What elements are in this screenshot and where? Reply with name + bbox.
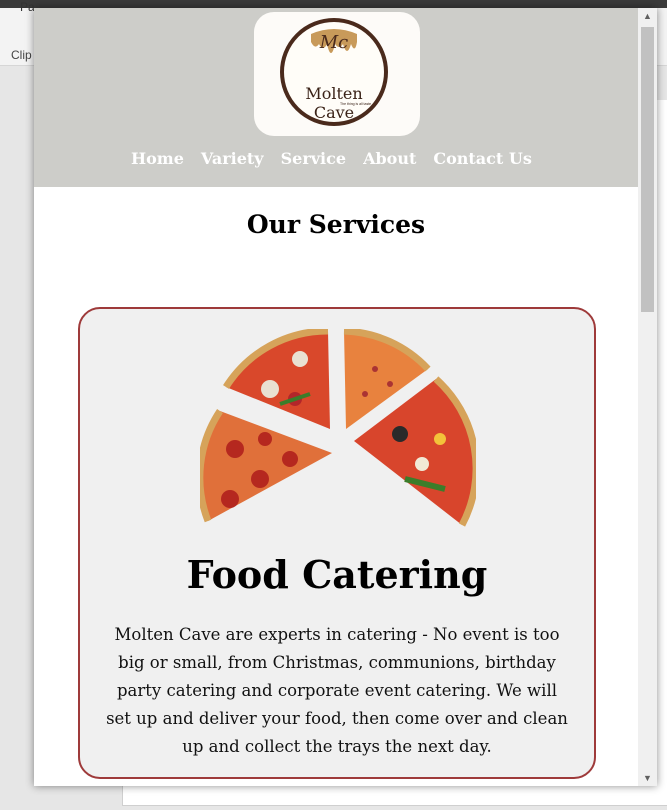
- logo-tagline: The thing is all taste: [340, 102, 372, 106]
- service-title: Food Catering: [186, 552, 488, 597]
- background-clipboard-label: Clip: [11, 48, 32, 62]
- scroll-down-arrow-icon[interactable]: ▼: [638, 770, 657, 786]
- pizza-slice-top-left: [223, 329, 330, 429]
- scroll-thumb[interactable]: [641, 27, 654, 312]
- scroll-up-arrow-icon[interactable]: ▲: [638, 8, 657, 24]
- svg-text:Mc: Mc: [319, 32, 349, 53]
- service-card: Food Catering Molten Cave are experts in…: [78, 307, 596, 779]
- page-title: Our Services: [246, 210, 426, 239]
- background-window-titlebar: [0, 0, 667, 8]
- nav-variety[interactable]: Variety: [201, 149, 264, 168]
- nav-service[interactable]: Service: [281, 149, 346, 168]
- chocolate-drip-icon: Mc: [311, 29, 357, 53]
- popup-window: Mc Molten Cave The thing is all taste Ho…: [34, 8, 657, 786]
- main-nav: Home Variety Service About Contact Us: [131, 149, 532, 168]
- background-paste-label: Pa: [20, 0, 35, 14]
- pizza-slice-bottom-left: [200, 409, 332, 523]
- pizza-slices-image: [200, 329, 476, 527]
- nav-contact-us[interactable]: Contact Us: [433, 149, 531, 168]
- nav-about[interactable]: About: [363, 149, 416, 168]
- logo[interactable]: Mc Molten Cave The thing is all taste: [254, 12, 420, 136]
- site-header: Mc Molten Cave The thing is all taste Ho…: [34, 8, 638, 187]
- service-description: Molten Cave are experts in catering - No…: [106, 625, 568, 756]
- logo-emblem: Mc Molten Cave The thing is all taste: [280, 18, 388, 126]
- vertical-scrollbar[interactable]: ▲ ▼: [638, 8, 657, 786]
- nav-home[interactable]: Home: [131, 149, 184, 168]
